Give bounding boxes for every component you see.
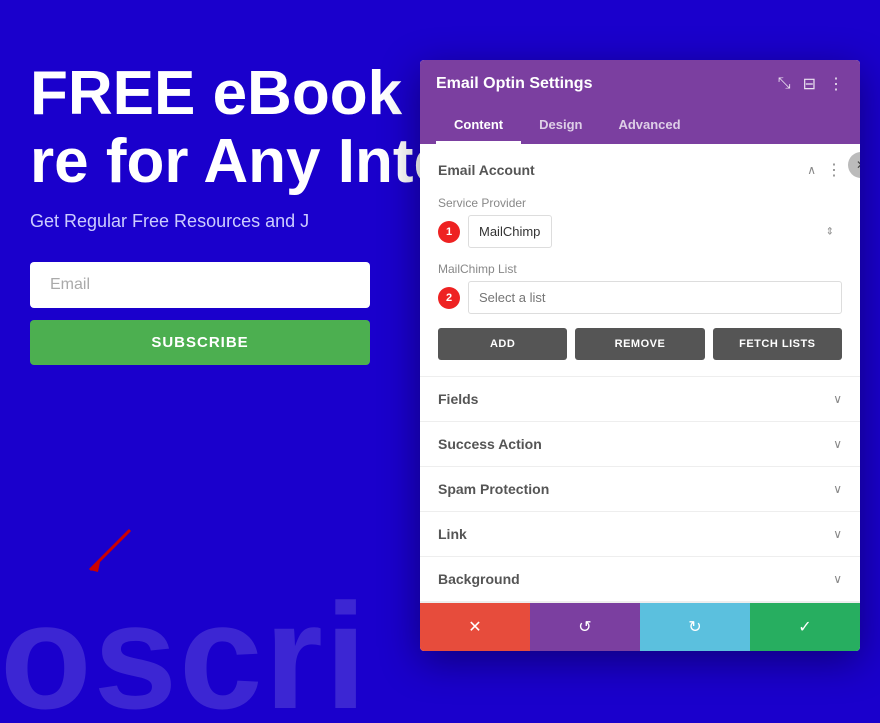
service-provider-label: Service Provider — [438, 196, 842, 210]
save-icon: ✓ — [798, 617, 811, 637]
undo-button[interactable]: ↺ — [530, 603, 640, 651]
section-success-action-header[interactable]: Success Action ∨ — [420, 422, 860, 466]
close-icon: ✕ — [856, 158, 860, 172]
section-email-account-title-group: Email Account — [438, 162, 535, 178]
service-provider-group: Service Provider 1 MailChimp — [438, 196, 842, 248]
section-link-header[interactable]: Link ∨ — [420, 512, 860, 556]
bg-subscribe-button: SUBSCRIBE — [30, 320, 370, 365]
service-provider-select[interactable]: MailChimp — [468, 215, 552, 248]
cancel-button[interactable]: ✕ — [420, 603, 530, 651]
section-link: Link ∨ — [420, 512, 860, 557]
bg-subtitle: Get Regular Free Resources and J — [0, 196, 309, 232]
section-fields-title: Fields — [438, 391, 478, 407]
section-background-header[interactable]: Background ∨ — [420, 557, 860, 601]
service-provider-select-wrapper: MailChimp — [468, 215, 842, 248]
section-email-account-title: Email Account — [438, 162, 535, 178]
chevron-down-icon-4: ∨ — [833, 527, 842, 541]
section-background-title: Background — [438, 571, 520, 587]
mailchimp-list-row: 2 — [438, 281, 842, 314]
section-spam-protection-title: Spam Protection — [438, 481, 549, 497]
section-email-account-header[interactable]: Email Account ∧ ⋮ — [420, 144, 860, 196]
bg-email-input: Email — [30, 262, 370, 308]
step-1-badge: 1 — [438, 221, 460, 243]
arrow-indicator — [80, 520, 140, 580]
email-optin-settings-modal: Email Optin Settings ⤡ ⊟ ⋮ Content Desig… — [420, 60, 860, 651]
remove-button[interactable]: REMOVE — [575, 328, 704, 360]
section-fields: Fields ∨ — [420, 377, 860, 422]
section-more-icon[interactable]: ⋮ — [826, 160, 842, 180]
modal-header-icons: ⤡ ⊟ ⋮ — [778, 74, 844, 94]
expand-icon[interactable]: ⤡ — [778, 75, 791, 93]
fetch-lists-button[interactable]: FETCH LISTS — [713, 328, 842, 360]
bg-form: Email SUBSCRIBE — [30, 262, 370, 365]
section-fields-header[interactable]: Fields ∨ — [420, 377, 860, 421]
cancel-icon: ✕ — [468, 617, 481, 637]
mailchimp-list-group: MailChimp List 2 — [438, 262, 842, 314]
section-email-account: Email Account ∧ ⋮ Service Provider 1 Mai… — [420, 144, 860, 377]
chevron-up-icon: ∧ — [807, 163, 816, 177]
modal-footer: ✕ ↺ ↻ ✓ — [420, 602, 860, 651]
section-success-action-title: Success Action — [438, 436, 542, 452]
modal-tabs: Content Design Advanced — [420, 108, 860, 144]
step-2-badge: 2 — [438, 287, 460, 309]
chevron-down-icon-5: ∨ — [833, 572, 842, 586]
modal-body: Email Account ∧ ⋮ Service Provider 1 Mai… — [420, 144, 860, 602]
account-btn-group: ADD REMOVE FETCH LISTS — [438, 328, 842, 360]
mailchimp-list-label: MailChimp List — [438, 262, 842, 276]
chevron-down-icon: ∨ — [833, 392, 842, 406]
service-provider-row: 1 MailChimp — [438, 215, 842, 248]
section-email-account-body: Service Provider 1 MailChimp MailChimp L… — [420, 196, 860, 376]
undo-icon: ↺ — [578, 617, 591, 637]
section-success-action: Success Action ∨ — [420, 422, 860, 467]
section-background: Background ∨ — [420, 557, 860, 602]
section-spam-protection-header[interactable]: Spam Protection ∨ — [420, 467, 860, 511]
save-button[interactable]: ✓ — [750, 603, 860, 651]
columns-icon[interactable]: ⊟ — [803, 74, 816, 94]
bg-large-text: oscri — [0, 570, 369, 723]
modal-header: Email Optin Settings ⤡ ⊟ ⋮ — [420, 60, 860, 108]
redo-icon: ↻ — [688, 617, 701, 637]
chevron-down-icon-2: ∨ — [833, 437, 842, 451]
chevron-down-icon-3: ∨ — [833, 482, 842, 496]
tab-advanced[interactable]: Advanced — [600, 108, 698, 144]
section-spam-protection: Spam Protection ∨ — [420, 467, 860, 512]
mailchimp-list-input[interactable] — [468, 281, 842, 314]
section-link-title: Link — [438, 526, 467, 542]
modal-title: Email Optin Settings — [436, 75, 592, 93]
more-options-icon[interactable]: ⋮ — [828, 74, 844, 94]
redo-button[interactable]: ↻ — [640, 603, 750, 651]
tab-design[interactable]: Design — [521, 108, 600, 144]
tab-content[interactable]: Content — [436, 108, 521, 144]
add-button[interactable]: ADD — [438, 328, 567, 360]
